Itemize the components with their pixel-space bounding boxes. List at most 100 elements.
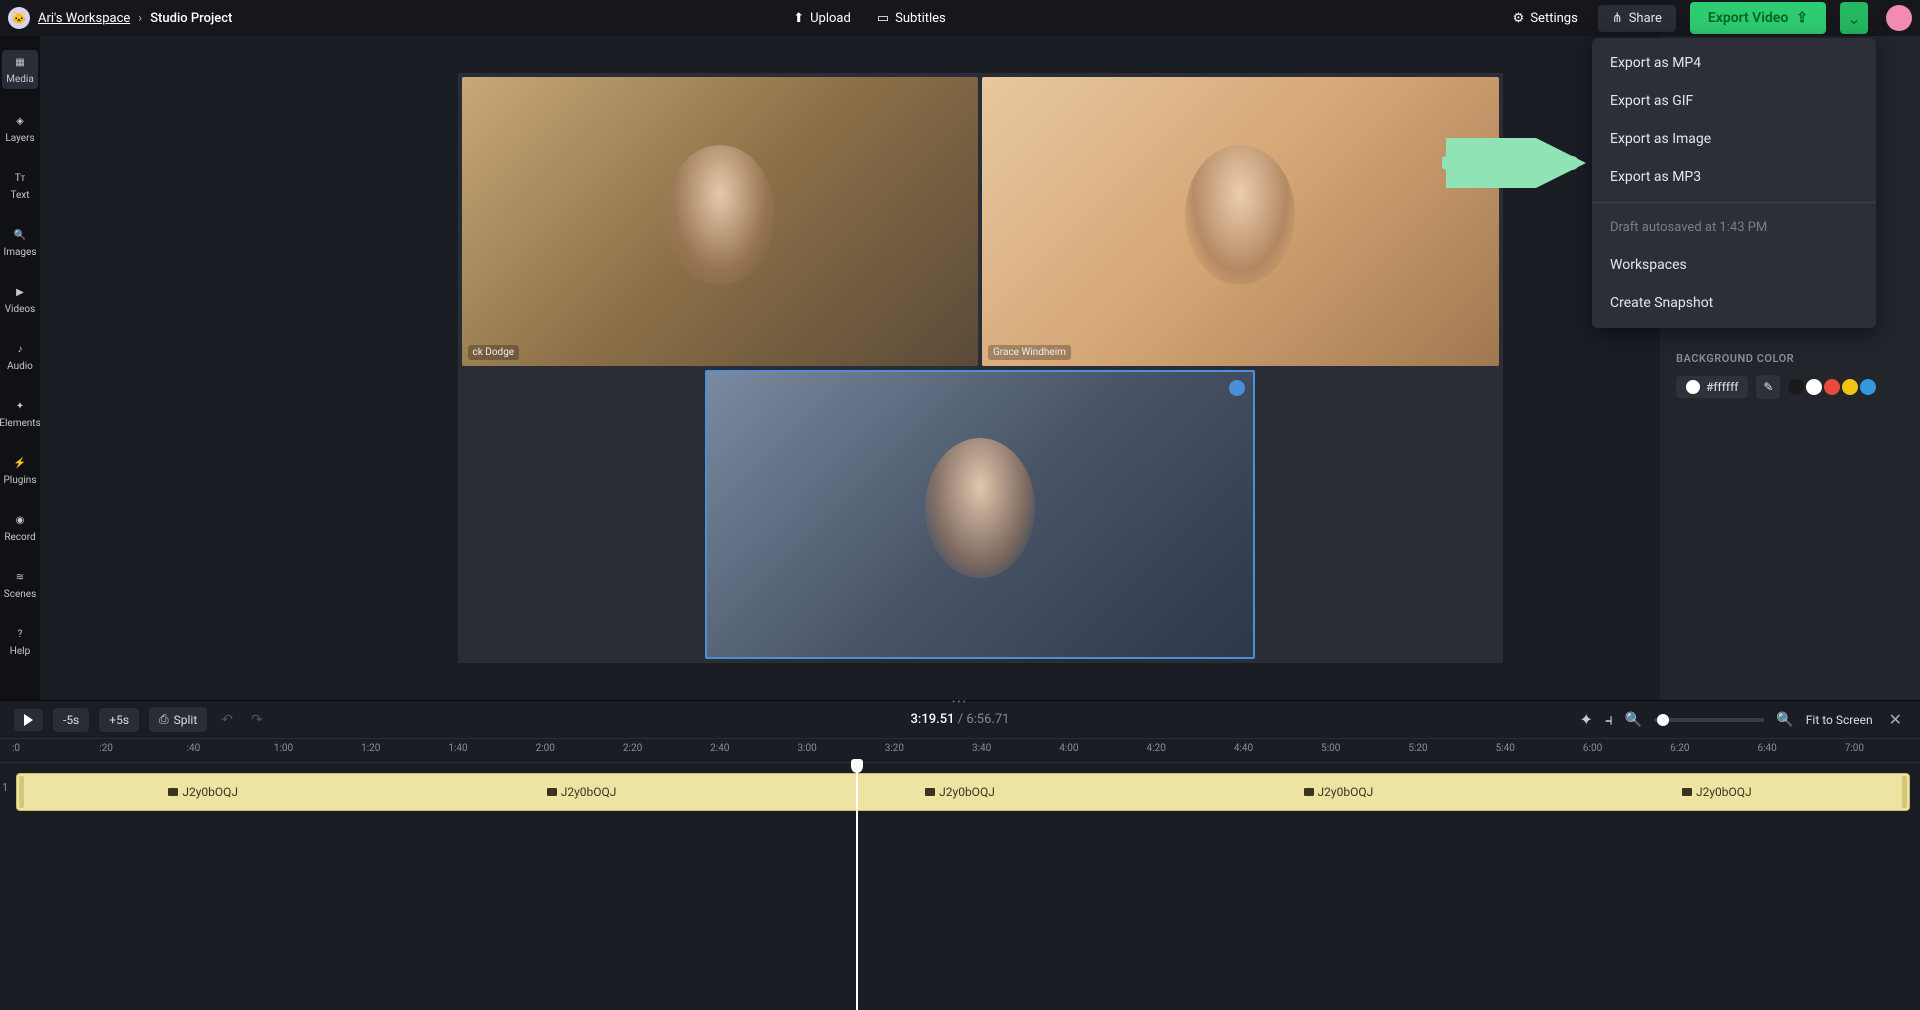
forward-5s-button[interactable]: +5s — [99, 708, 139, 732]
ruler-mark: 1:20 — [361, 743, 380, 754]
play-button[interactable] — [14, 709, 43, 731]
slider-track[interactable] — [1654, 718, 1764, 722]
ruler-mark: 6:00 — [1583, 743, 1602, 754]
eyedropper-button[interactable]: ✎ — [1756, 375, 1780, 399]
split-button[interactable]: ⎙ Split — [149, 707, 207, 732]
sidebar-item-help[interactable]: ? Help — [0, 624, 40, 659]
video-pane-3[interactable] — [705, 370, 1255, 659]
sidebar-label: Plugins — [4, 475, 37, 486]
clip-label: J2y0bOQJ — [1304, 785, 1374, 799]
ruler-mark: 1:00 — [274, 743, 293, 754]
sidebar-label: Elements — [0, 418, 41, 429]
settings-button[interactable]: ⚙ Settings — [1507, 7, 1584, 30]
magnet-icon[interactable]: ⫞ — [1605, 710, 1613, 730]
autosave-status: Draft autosaved at 1:43 PM — [1592, 209, 1876, 246]
sidebar-item-text[interactable]: Tᴛ Text — [0, 168, 40, 203]
upload-button[interactable]: ⬆ Upload — [787, 7, 857, 30]
magic-tool-icon[interactable]: ✦ — [1580, 710, 1593, 729]
sidebar-item-videos[interactable]: ▶ Videos — [0, 282, 40, 317]
sidebar-item-images[interactable]: 🔍 Images — [0, 225, 40, 260]
sidebar-item-audio[interactable]: ♪ Audio — [0, 339, 40, 374]
export-video-button[interactable]: Export Video ⇪ — [1690, 2, 1826, 34]
ruler-mark: :0 — [12, 743, 20, 754]
palette-color[interactable] — [1842, 379, 1858, 395]
sidebar-item-media[interactable]: ▦ Media — [2, 50, 38, 89]
sidebar-label: Scenes — [4, 589, 36, 600]
elements-icon: ✦ — [12, 398, 28, 414]
timeline: ••• -5s +5s ⎙ Split ↶ ↷ 3:19.51 / 6:56.7… — [0, 700, 1920, 1010]
subtitles-button[interactable]: ▭ Subtitles — [871, 7, 952, 30]
sidebar-item-elements[interactable]: ✦ Elements — [0, 396, 40, 431]
ruler-mark: 5:20 — [1408, 743, 1427, 754]
sidebar-label: Text — [10, 190, 29, 201]
sidebar-label: Images — [3, 247, 36, 258]
slider-thumb[interactable] — [1657, 714, 1669, 726]
clip-handle-right[interactable] — [1902, 776, 1907, 808]
redo-button[interactable]: ↷ — [247, 712, 267, 728]
track-number: 1 — [2, 781, 8, 794]
sidebar-item-layers[interactable]: ◈ Layers — [0, 111, 40, 146]
user-avatar[interactable] — [1886, 5, 1912, 31]
sidebar-item-record[interactable]: ◉ Record — [0, 510, 40, 545]
zoom-out-icon[interactable]: 🔍 — [1625, 712, 1642, 728]
menu-export-gif[interactable]: Export as GIF — [1592, 82, 1876, 120]
subtitles-icon: ▭ — [877, 11, 889, 26]
video-canvas[interactable]: ck Dodge Grace Windheim — [458, 73, 1503, 663]
share-label: Share — [1629, 11, 1662, 26]
workspace-link[interactable]: Ari's Workspace — [38, 11, 130, 26]
video-pane-1[interactable]: ck Dodge — [462, 77, 979, 366]
zoom-slider[interactable] — [1654, 718, 1764, 722]
topbar-center: ⬆ Upload ▭ Subtitles — [787, 7, 952, 30]
ruler-mark: 2:00 — [536, 743, 555, 754]
video-clip[interactable]: J2y0bOQJJ2y0bOQJJ2y0bOQJJ2y0bOQJJ2y0bOQJ — [16, 773, 1910, 811]
ruler-mark: :40 — [187, 743, 201, 754]
time-ruler[interactable]: :0:20:401:001:201:402:002:202:403:003:20… — [0, 739, 1920, 763]
menu-export-mp3[interactable]: Export as MP3 — [1592, 158, 1876, 196]
eyedropper-icon: ✎ — [1763, 380, 1773, 394]
bg-color-chip[interactable]: #ffffff — [1676, 376, 1748, 398]
ruler-mark: 6:40 — [1757, 743, 1776, 754]
clip-label: J2y0bOQJ — [168, 785, 238, 799]
split-icon: ⎙ — [159, 712, 169, 727]
subtitles-label: Subtitles — [895, 11, 946, 26]
menu-export-mp4[interactable]: Export as MP4 — [1592, 44, 1876, 82]
bg-color-value: #ffffff — [1706, 380, 1738, 394]
sidebar-item-plugins[interactable]: ⚡ Plugins — [0, 453, 40, 488]
upload-icon: ⬆ — [793, 11, 804, 26]
pane-control-icon[interactable] — [1229, 380, 1245, 396]
sidebar-label: Audio — [7, 361, 33, 372]
playhead[interactable] — [856, 763, 858, 1010]
camera-icon — [1304, 788, 1314, 796]
zoom-in-icon[interactable]: 🔍 — [1776, 712, 1793, 728]
app-logo[interactable]: 🐱 — [8, 7, 30, 29]
fit-to-screen-button[interactable]: Fit to Screen — [1806, 713, 1873, 727]
ruler-mark: 5:00 — [1321, 743, 1340, 754]
settings-label: Settings — [1530, 11, 1577, 26]
menu-workspaces[interactable]: Workspaces — [1592, 246, 1876, 284]
ruler-mark: 1:40 — [448, 743, 467, 754]
palette-color[interactable] — [1824, 379, 1840, 395]
sidebar-item-scenes[interactable]: ≋ Scenes — [0, 567, 40, 602]
clip-row: J2y0bOQJJ2y0bOQJJ2y0bOQJJ2y0bOQJJ2y0bOQJ — [16, 773, 1910, 811]
clip-handle-left[interactable] — [19, 776, 24, 808]
share-button[interactable]: ⋔ Share — [1598, 5, 1676, 32]
video-pane-2[interactable]: Grace Windheim — [982, 77, 1499, 366]
top-bar: 🐱 Ari's Workspace › Studio Project ⬆ Upl… — [0, 0, 1920, 36]
menu-export-image[interactable]: Export as Image — [1592, 120, 1876, 158]
timeline-tracks[interactable]: 1 J2y0bOQJJ2y0bOQJJ2y0bOQJJ2y0bOQJJ2y0bO… — [0, 763, 1920, 1010]
split-label: Split — [174, 713, 198, 727]
camera-icon — [168, 788, 178, 796]
palette-color[interactable] — [1806, 379, 1822, 395]
close-icon[interactable]: ✕ — [1885, 710, 1906, 729]
export-dropdown-toggle[interactable]: ⌄ — [1840, 2, 1868, 34]
face-placeholder — [925, 438, 1035, 578]
playhead-knob-icon[interactable] — [851, 759, 863, 773]
palette-color[interactable] — [1788, 379, 1804, 395]
menu-create-snapshot[interactable]: Create Snapshot — [1592, 284, 1876, 322]
palette-color[interactable] — [1860, 379, 1876, 395]
ruler-mark: 3:40 — [972, 743, 991, 754]
undo-button[interactable]: ↶ — [217, 712, 237, 728]
back-5s-button[interactable]: -5s — [53, 708, 89, 732]
menu-divider — [1592, 202, 1876, 203]
project-title[interactable]: Studio Project — [150, 11, 232, 26]
